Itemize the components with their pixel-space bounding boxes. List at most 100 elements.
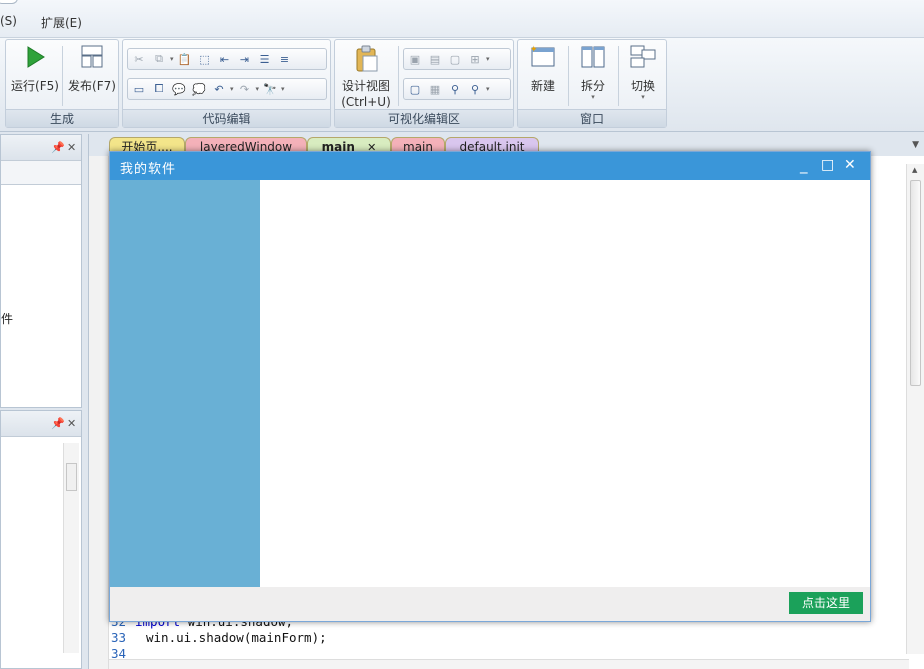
run-label: 运行(F5) [11, 79, 59, 93]
scroll-thumb[interactable] [66, 463, 77, 491]
visual-edit-row-1: ▣ ▤ ▢ ⊞ ▾ [403, 48, 511, 70]
undo-dropdown-icon[interactable]: ▾ [230, 85, 234, 93]
separator [618, 46, 619, 106]
callout-off-icon[interactable]: 💭 [190, 81, 208, 97]
code-edit-row-2: ▭ ⧠ 💬 💭 ↶ ▾ ↷ ▾ 🔭 ▾ [127, 78, 327, 100]
panel-scrollbar[interactable] [63, 443, 79, 653]
new-window-icon: ✦ [530, 45, 555, 67]
switch-icon [630, 45, 656, 68]
separator [62, 46, 63, 106]
preview-window: 我的软件 _ □ ✕ 点击这里 [109, 151, 871, 622]
code-text: win.ui.shadow(mainForm); [146, 630, 327, 645]
menu-bar: (S) 扩展(E) [0, 0, 924, 38]
arrange-icon[interactable]: ⊞ [466, 51, 484, 67]
pin-icon[interactable]: 📌 [51, 417, 65, 430]
window-forward-icon[interactable]: ⧠ [150, 81, 168, 97]
minimize-icon[interactable]: _ [800, 155, 808, 175]
design-view-shortcut: (Ctrl+U) [341, 95, 391, 109]
left-panel-bottom: 📌 ✕ [0, 410, 82, 669]
select-all-icon[interactable]: ⬚ [196, 51, 214, 67]
split-label: 拆分 [580, 79, 605, 93]
maximize-icon[interactable]: □ [821, 155, 834, 175]
find-icon[interactable]: 🔭 [261, 81, 279, 97]
paste-icon[interactable]: 📋 [176, 51, 194, 67]
publish-button[interactable]: 发布(F7) [66, 44, 118, 94]
pin-2-icon[interactable]: ⚲ [466, 81, 484, 97]
find-dropdown-icon[interactable]: ▾ [281, 85, 285, 93]
left-panel-top: 📌 ✕ 件 [0, 134, 82, 408]
indent-icon[interactable]: ⇤ [216, 51, 234, 67]
scroll-thumb[interactable] [910, 180, 921, 386]
code-edit-row-1: ✂ ⧉ ▾ 📋 ⬚ ⇤ ⇥ ☰ ≡ [127, 48, 327, 70]
scroll-up-icon[interactable]: ▲ [912, 166, 917, 174]
clipboard-icon [356, 45, 378, 72]
window-bottom-bar: 点击这里 [110, 587, 870, 621]
panel-header: 📌 ✕ [1, 411, 81, 437]
menu-tab-edge [0, 0, 18, 4]
box-icon[interactable]: ▢ [406, 81, 424, 97]
code-edit-group-title: 代码编辑 [123, 109, 330, 127]
editor-vertical-scrollbar[interactable]: ▲ [906, 164, 924, 654]
pin-dropdown-icon[interactable]: ▾ [486, 85, 490, 93]
separator [398, 46, 399, 106]
frame-icon[interactable]: ▭ [130, 81, 148, 97]
run-button[interactable]: 运行(F5) [10, 44, 60, 94]
pin-icon[interactable]: ⚲ [446, 81, 464, 97]
cut-icon[interactable]: ✂ [130, 51, 148, 67]
visual-edit-row-2: ▢ ▦ ⚲ ⚲ ▾ [403, 78, 511, 100]
menu-item-extend[interactable]: 扩展(E) [41, 14, 82, 31]
comment-icon[interactable]: ≡ [276, 51, 294, 67]
tabs-dropdown-icon[interactable]: ▼ [912, 140, 919, 150]
split-button[interactable]: 拆分 ▾ [572, 44, 614, 101]
click-here-button[interactable]: 点击这里 [789, 592, 863, 614]
align-icon[interactable]: ▣ [406, 51, 424, 67]
visual-edit-group-title: 可视化编辑区 [335, 109, 513, 127]
window-titlebar[interactable]: 我的软件 _ □ ✕ [110, 152, 870, 180]
line-number: 33 [111, 630, 127, 645]
separator [568, 46, 569, 106]
svg-text:✦: ✦ [530, 45, 538, 55]
close-icon[interactable]: ✕ [67, 141, 76, 154]
menu-item-s[interactable]: (S) [0, 14, 17, 28]
layer-icon[interactable]: ▤ [426, 51, 444, 67]
frame-outline-icon[interactable]: ▢ [446, 51, 464, 67]
switch-label: 切换 [630, 79, 655, 93]
copy-icon[interactable]: ⧉ [150, 51, 168, 67]
redo-dropdown-icon[interactable]: ▾ [256, 85, 260, 93]
redo-icon[interactable]: ↷ [236, 81, 254, 97]
window-group-title: 窗口 [518, 109, 666, 127]
pin-icon[interactable]: 📌 [51, 141, 65, 154]
grid-icon[interactable]: ▦ [426, 81, 444, 97]
arrange-dropdown-icon[interactable]: ▾ [486, 55, 490, 63]
format-icon[interactable]: ☰ [256, 51, 274, 67]
copy-dropdown-icon[interactable]: ▾ [170, 55, 174, 63]
window-sidebar [110, 180, 260, 587]
outdent-icon[interactable]: ⇥ [236, 51, 254, 67]
new-label: 新建 [530, 79, 555, 93]
undo-icon[interactable]: ↶ [210, 81, 228, 97]
ribbon-group-build: 运行(F5) 发布(F7) 生成 [5, 39, 119, 128]
ribbon-group-window: ✦ 新建 拆分 ▾ 切换 ▾ 窗口 [517, 39, 667, 128]
code-line[interactable]: 33 win.ui.shadow(mainForm); [111, 630, 327, 645]
panel-item-text[interactable]: 件 [1, 310, 13, 327]
close-icon[interactable]: ✕ [67, 417, 76, 430]
design-view-label: 设计视图 [341, 79, 390, 93]
ribbon-group-code-edit: ✂ ⧉ ▾ 📋 ⬚ ⇤ ⇥ ☰ ≡ ▭ ⧠ 💬 💭 ↶ ▾ ↷ ▾ 🔭 ▾ 代码编辑 [122, 39, 331, 128]
run-icon [27, 46, 45, 68]
close-icon[interactable]: ✕ [844, 155, 856, 175]
publish-icon [81, 45, 103, 68]
panel-header: 📌 ✕ [1, 135, 81, 161]
ribbon: 运行(F5) 发布(F7) 生成 ✂ ⧉ ▾ 📋 ⬚ ⇤ ⇥ ☰ ≡ ▭ ⧠ 💬 … [0, 38, 924, 132]
switch-button[interactable]: 切换 ▾ [622, 44, 664, 101]
panel-toolbar [1, 161, 81, 185]
editor-horizontal-scrollbar[interactable] [109, 659, 909, 669]
switch-dropdown-icon[interactable]: ▾ [622, 94, 664, 101]
new-window-button[interactable]: ✦ 新建 [522, 44, 564, 94]
design-view-button[interactable]: 设计视图 (Ctrl+U) [338, 44, 394, 109]
callout-icon[interactable]: 💬 [170, 81, 188, 97]
editor-gutter [89, 156, 109, 669]
ribbon-group-visual-edit: 设计视图 (Ctrl+U) ▣ ▤ ▢ ⊞ ▾ ▢ ▦ ⚲ ⚲ ▾ 可视化编辑区 [334, 39, 514, 128]
split-dropdown-icon[interactable]: ▾ [572, 94, 614, 101]
build-group-title: 生成 [6, 109, 118, 127]
window-title: 我的软件 [120, 162, 177, 177]
